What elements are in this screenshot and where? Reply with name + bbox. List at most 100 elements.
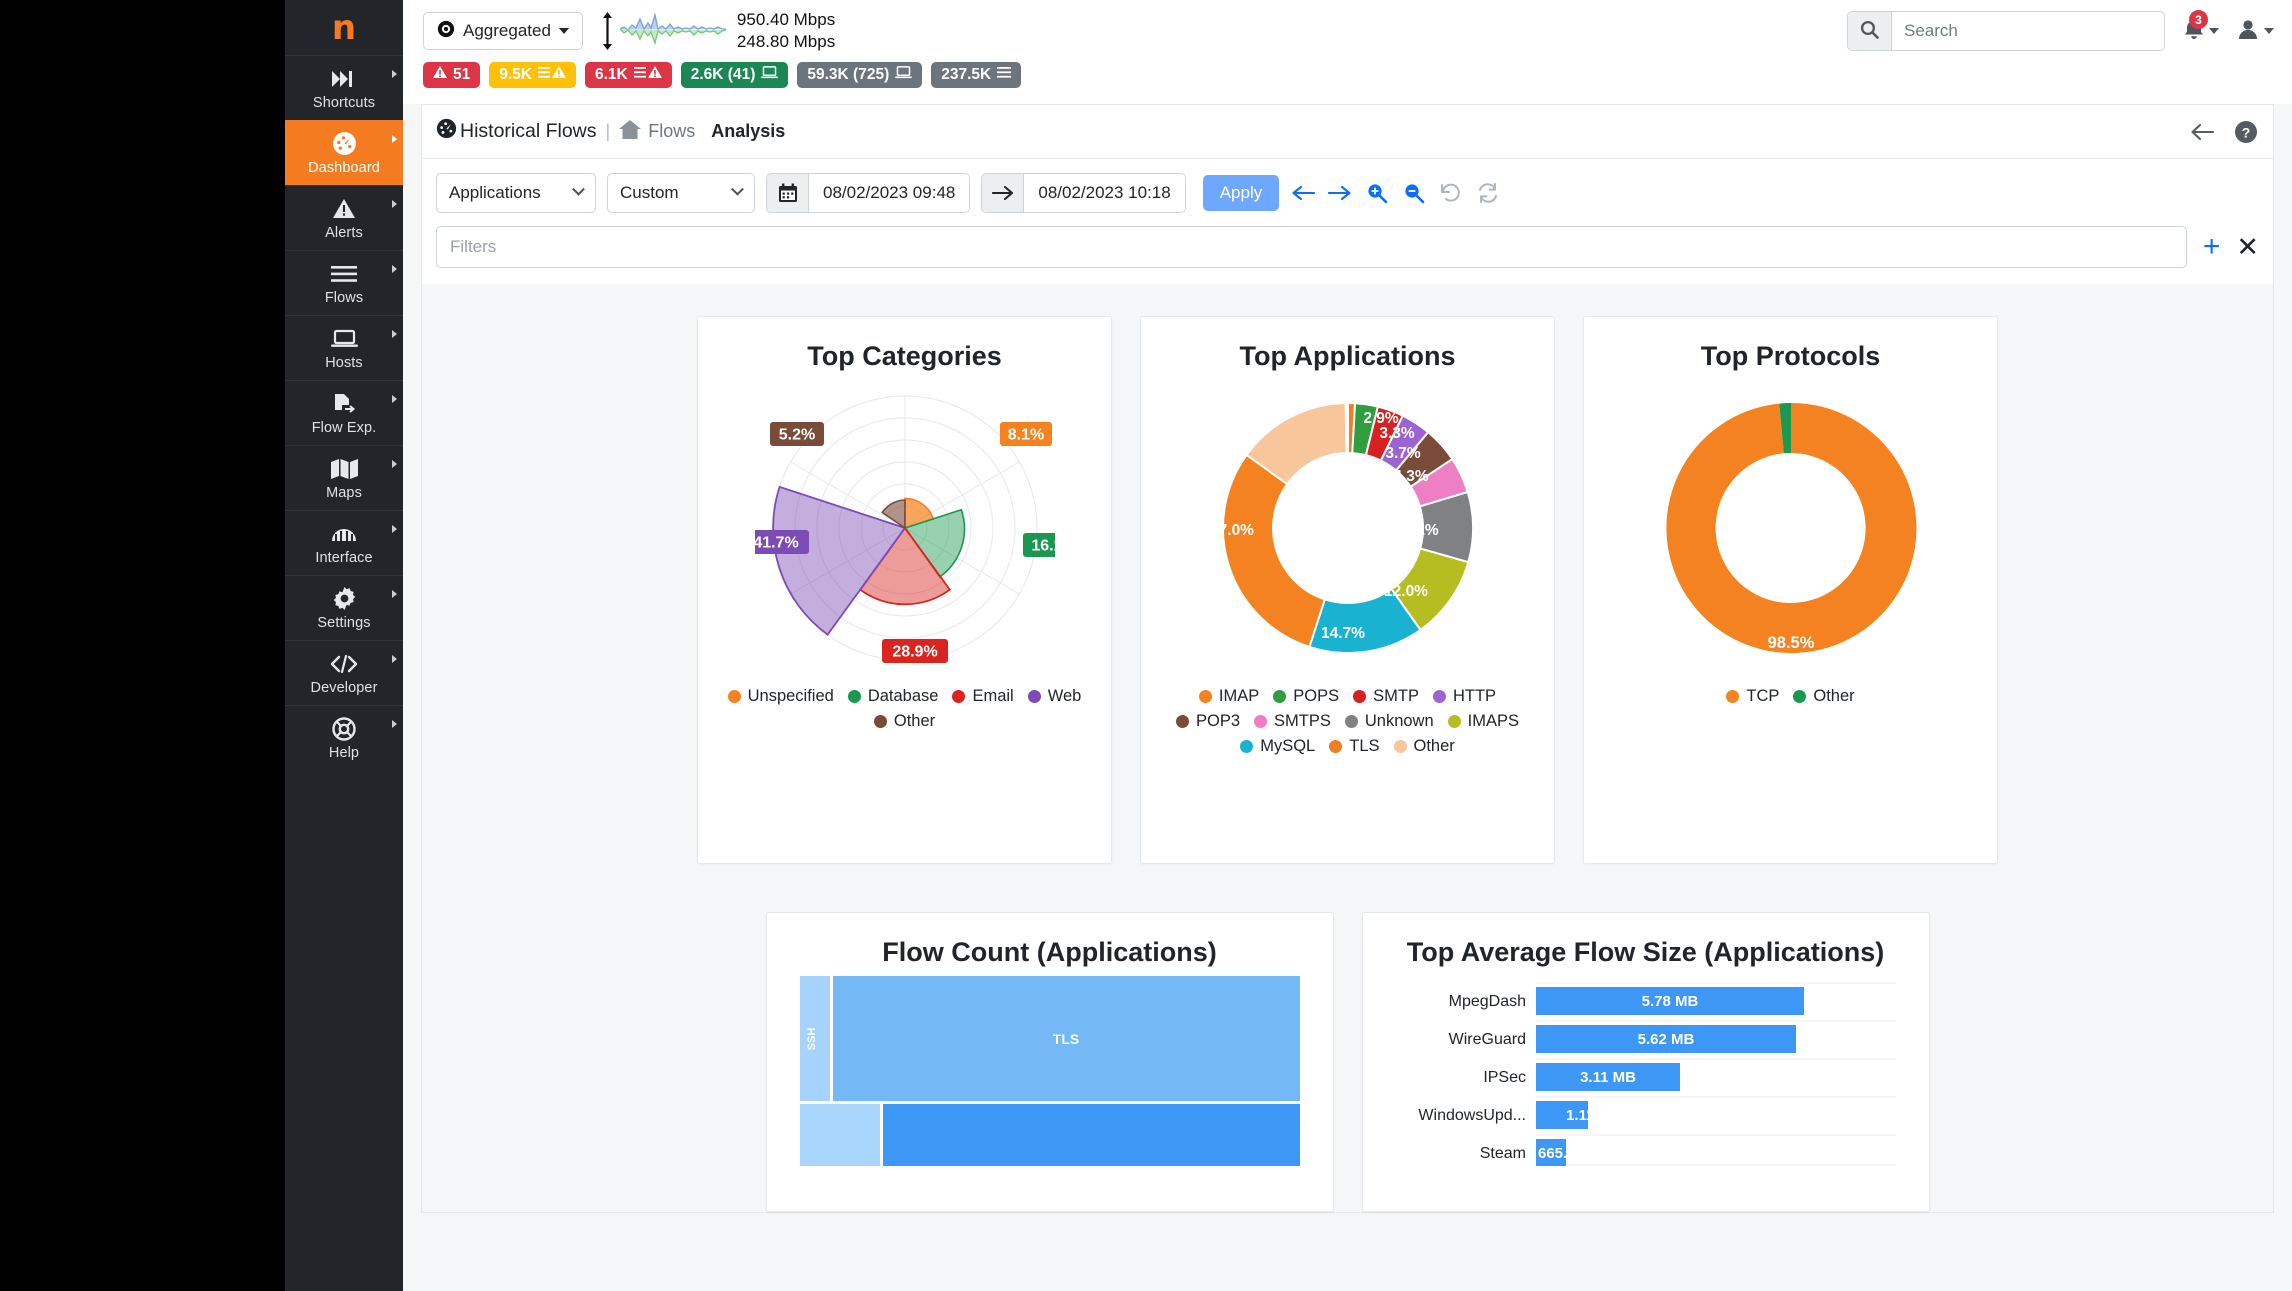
- sidebar-item-shortcuts[interactable]: Shortcuts: [285, 55, 403, 120]
- chevron-right-icon: [392, 265, 397, 273]
- add-filter-icon[interactable]: +: [2203, 232, 2221, 262]
- legend-item[interactable]: Other: [1393, 737, 1455, 756]
- chevron-down-icon: [558, 28, 569, 34]
- sidebar-item-label: Interface: [315, 550, 373, 566]
- top-charts-row: Top Categories 8.1% 16. 28.9% 41.7% 5.2%…: [422, 304, 2273, 864]
- step-back-icon[interactable]: [1290, 180, 1316, 206]
- left-gutter: [0, 0, 285, 1291]
- card-title: Top Applications: [1239, 341, 1456, 371]
- sidebar-item-interface[interactable]: Interface: [285, 510, 403, 575]
- app-logo[interactable]: n: [285, 0, 403, 55]
- back-arrow-icon[interactable]: [2189, 119, 2215, 145]
- legend-label: Email: [972, 687, 1014, 705]
- list-warning-icon: [633, 66, 662, 84]
- clear-filters-icon[interactable]: ✕: [2236, 233, 2259, 261]
- sidebar-item-dashboard[interactable]: Dashboard: [285, 120, 403, 185]
- protocols-donut-svg[interactable]: 98.5%: [1641, 380, 1941, 675]
- search-button[interactable]: [1848, 12, 1892, 50]
- apply-button[interactable]: Apply: [1202, 175, 1280, 211]
- legend-top-applications: IMAP POPS SMTP HTTP POP3 SMTPS Unknown I…: [1141, 675, 1554, 756]
- sidebar-item-developer[interactable]: Developer: [285, 640, 403, 705]
- sidebar-item-flow-exp[interactable]: Flow Exp.: [285, 380, 403, 445]
- legend-item[interactable]: POPS: [1273, 687, 1339, 706]
- bar-category-label: Steam: [1479, 1145, 1525, 1162]
- legend-item[interactable]: HTTP: [1432, 687, 1496, 706]
- breadcrumb-title-group: Historical Flows: [436, 118, 597, 145]
- status-badge-alerts[interactable]: 51: [423, 62, 481, 88]
- legend-item[interactable]: IMAPS: [1447, 712, 1519, 731]
- sidebar-item-flows[interactable]: Flows: [285, 250, 403, 315]
- breadcrumb-link-flows[interactable]: Flows: [619, 119, 696, 144]
- legend-swatch: [873, 715, 887, 728]
- status-pill-row: 51 9.5K 6.1K 2.6K (41) 59.3K (725) 237.5…: [403, 62, 2292, 104]
- legend-label: Web: [1047, 687, 1082, 705]
- legend-label: TCP: [1746, 687, 1780, 705]
- legend-item[interactable]: MySQL: [1240, 737, 1315, 756]
- breadcrumb-link-label: Flows: [648, 121, 696, 141]
- status-badge-hosts-remote[interactable]: 59.3K (725): [797, 62, 923, 88]
- bar-chart-svg[interactable]: MpegDash WireGuard IPSec WindowsUpd... S…: [1376, 976, 1916, 1166]
- legend-item[interactable]: Unknown: [1344, 712, 1434, 731]
- step-forward-icon[interactable]: [1327, 180, 1353, 206]
- legend-item[interactable]: SMTP: [1353, 687, 1419, 706]
- chevron-down-icon: [2209, 28, 2219, 34]
- legend-item[interactable]: Database: [847, 687, 938, 706]
- sidebar-item-label: Shortcuts: [312, 95, 376, 111]
- legend-item[interactable]: TCP: [1726, 687, 1779, 706]
- range-preset-select[interactable]: Custom: [607, 173, 755, 213]
- legend-swatch: [1432, 690, 1446, 703]
- legend-item[interactable]: Unspecified: [727, 687, 834, 706]
- up-down-arrows-icon: [599, 10, 616, 52]
- user-menu-button[interactable]: [2237, 18, 2274, 45]
- zoom-in-icon[interactable]: [1364, 180, 1390, 206]
- bar-category-label: WireGuard: [1448, 1031, 1525, 1048]
- main-column: Aggregated 950.40 Mbps 248.80 Mbps Searc…: [403, 0, 2292, 1291]
- calendar-icon[interactable]: [767, 174, 809, 212]
- home-icon: [619, 119, 642, 144]
- undo-icon[interactable]: [1438, 180, 1464, 206]
- legend-item[interactable]: Email: [952, 687, 1014, 706]
- aggregated-dropdown[interactable]: Aggregated: [423, 12, 583, 50]
- legend-item[interactable]: TLS: [1329, 737, 1380, 756]
- legend-item[interactable]: Other: [1793, 687, 1855, 706]
- sidebar-item-maps[interactable]: Maps: [285, 445, 403, 510]
- search-input[interactable]: [1892, 21, 2164, 41]
- legend-item[interactable]: Other: [873, 712, 935, 731]
- chevron-right-icon: [392, 395, 397, 403]
- refresh-icon[interactable]: [1475, 180, 1501, 206]
- legend-item[interactable]: POP3: [1175, 712, 1240, 731]
- topbar-right-group: 3: [1847, 10, 2274, 51]
- sidebar-item-alerts[interactable]: Alerts: [285, 185, 403, 250]
- sidebar-item-help[interactable]: Help: [285, 705, 403, 770]
- treemap-svg[interactable]: SSH TLS: [799, 976, 1300, 1166]
- warning-triangle-icon: [285, 196, 403, 222]
- zoom-out-icon[interactable]: [1401, 180, 1427, 206]
- legend-item[interactable]: IMAP: [1198, 687, 1259, 706]
- status-badge-error-flows[interactable]: 6.1K: [585, 62, 672, 88]
- legend-item[interactable]: Web: [1027, 687, 1082, 706]
- status-badge-warning-flows[interactable]: 9.5K: [489, 62, 576, 88]
- arrow-right-icon[interactable]: [982, 174, 1025, 212]
- legend-item[interactable]: SMTPS: [1254, 712, 1331, 731]
- date-from-input[interactable]: 08/02/2023 09:48: [809, 174, 970, 212]
- card-title: Flow Count (Applications): [882, 937, 1217, 967]
- status-badge-flows-total[interactable]: 237.5K: [931, 62, 1022, 88]
- chevron-right-icon: [392, 460, 397, 468]
- status-badge-hosts-local[interactable]: 2.6K (41): [680, 62, 789, 88]
- sidebar-item-label: Hosts: [325, 355, 363, 371]
- date-to-input[interactable]: 08/02/2023 10:18: [1024, 174, 1185, 212]
- help-icon[interactable]: ?: [2233, 119, 2259, 145]
- filters-input[interactable]: [436, 226, 2187, 268]
- top-toolbar: Aggregated 950.40 Mbps 248.80 Mbps Searc…: [403, 0, 2292, 62]
- sidebar-item-hosts[interactable]: Hosts: [285, 315, 403, 380]
- legend-swatch: [1254, 715, 1268, 728]
- sidebar-item-settings[interactable]: Settings: [285, 575, 403, 640]
- group-by-select[interactable]: Applications: [436, 173, 596, 213]
- warning-triangle-icon: [433, 66, 447, 84]
- sidebar-item-label: Alerts: [325, 225, 363, 241]
- notifications-button[interactable]: 3: [2183, 10, 2219, 45]
- bar-category-label: WindowsUpd...: [1418, 1107, 1526, 1124]
- user-avatar-icon: [2237, 18, 2259, 45]
- polar-area-svg[interactable]: 8.1% 16.1% 28.9% 41.7%: [754, 380, 1055, 675]
- applications-donut-svg[interactable]: 9.2% 2.9% 3.3% 3.7% 4.3% 8.1% 12.0% 14.7…: [1198, 380, 1498, 675]
